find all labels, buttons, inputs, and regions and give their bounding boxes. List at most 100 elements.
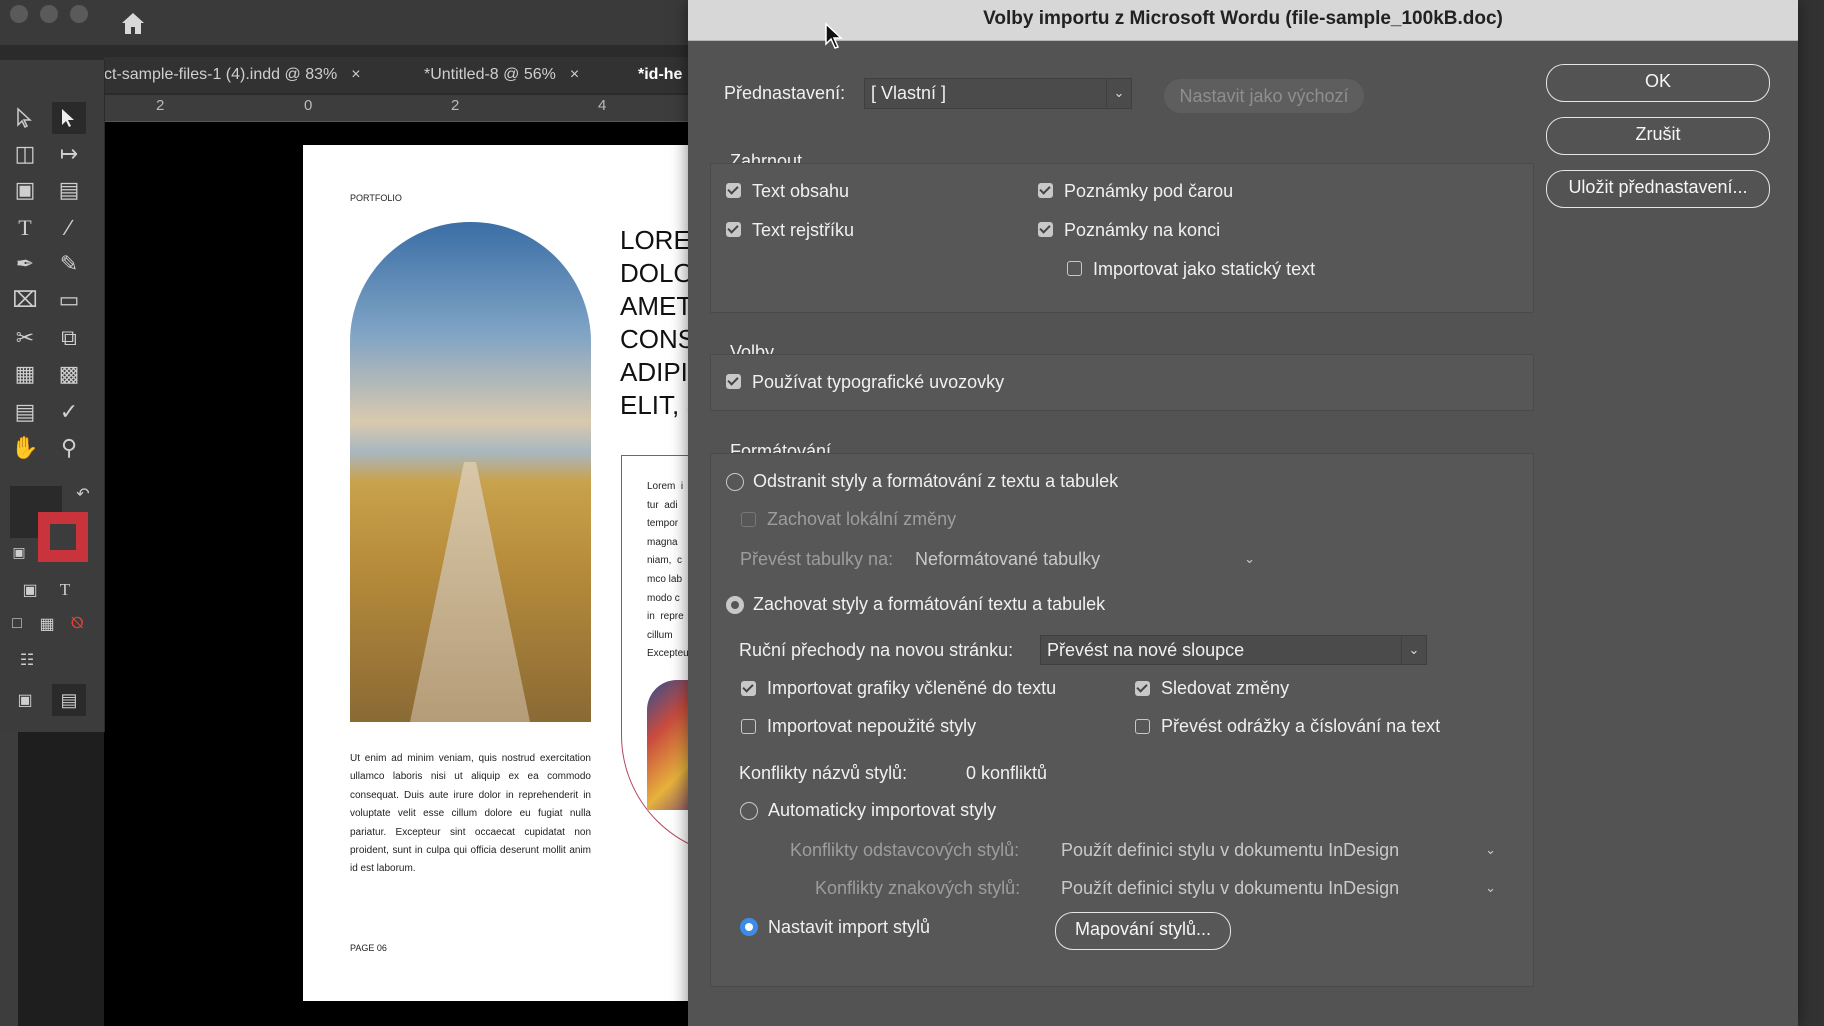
close-tab-icon[interactable]: × bbox=[570, 66, 579, 83]
convert-tables-label: Převést tabulky na: bbox=[740, 549, 894, 569]
page-breaks-label: Ruční přechody na novou stránku: bbox=[739, 640, 1014, 660]
note-tool-icon[interactable]: ▤ bbox=[8, 396, 42, 428]
formatting-container-icon[interactable]: ▣ bbox=[13, 574, 47, 606]
gap-tool-icon[interactable]: ↦ bbox=[52, 138, 86, 170]
rectangle-tool-icon[interactable]: ▭ bbox=[52, 284, 86, 316]
scissors-tool-icon[interactable]: ✂ bbox=[8, 322, 42, 354]
inline-graphics-checkbox[interactable] bbox=[741, 681, 756, 696]
auto-import-label: Automaticky importovat styly bbox=[768, 800, 997, 820]
endnotes-label: Poznámky na konci bbox=[1064, 220, 1221, 240]
doc-tab-1[interactable]: ct-sample-files-1 (4).indd @ 83% × bbox=[104, 57, 361, 93]
style-mapping-button[interactable]: Mapování stylů... bbox=[1055, 912, 1231, 950]
dialog-titlebar[interactable]: Volby importu z Microsoft Wordu (file-sa… bbox=[688, 0, 1798, 41]
zoom-tool-icon[interactable]: ⚲ bbox=[52, 432, 86, 464]
page-breaks-value: Převést na nové sloupce bbox=[1047, 640, 1245, 660]
bullets-to-text-checkbox[interactable] bbox=[1135, 719, 1150, 734]
character-conflicts-value: Použít definici stylu v dokumentu InDesi… bbox=[1061, 878, 1400, 898]
chevron-down-icon: ⌄ bbox=[1485, 880, 1496, 895]
default-fill-stroke-icon[interactable]: ▣ bbox=[2, 536, 36, 568]
chevron-down-icon: ⌄ bbox=[1106, 79, 1131, 107]
formatting-text-icon[interactable]: T bbox=[48, 574, 82, 606]
page-breaks-select[interactable]: Převést na nové sloupce ⌄ bbox=[1040, 635, 1427, 665]
normal-view-icon[interactable]: ▣ bbox=[8, 684, 42, 716]
cancel-button[interactable]: Zrušit bbox=[1546, 117, 1770, 155]
tools-panel: ◫ ↦ ▣ ▤ T ∕ ✒ ✎ ⌧ ▭ ✂ ⧉ ▦ ▩ ▤ ✓ ✋ ⚲ ↶ ▣ … bbox=[0, 60, 105, 732]
rectangle-frame-tool-icon[interactable]: ⌧ bbox=[8, 284, 42, 316]
horizontal-ruler[interactable]: 2 0 2 4 bbox=[104, 95, 704, 122]
remove-styles-label: Odstranit styly a formátování z textu a … bbox=[753, 471, 1119, 491]
preset-select[interactable]: [ Vlastní ] ⌄ bbox=[864, 78, 1132, 109]
index-text-label: Text rejstříku bbox=[752, 220, 855, 240]
doc-tab-label: *id-he bbox=[638, 66, 683, 83]
zoom-window-dot[interactable] bbox=[70, 5, 88, 23]
toc-text-label: Text obsahu bbox=[752, 181, 850, 201]
content-collector-icon[interactable]: ▣ bbox=[8, 174, 42, 206]
convert-tables-select[interactable]: Neformátované tabulky ⌄ bbox=[915, 544, 1255, 574]
home-icon[interactable] bbox=[118, 8, 148, 38]
auto-import-radio[interactable] bbox=[740, 802, 758, 820]
endnotes-checkbox[interactable] bbox=[1038, 222, 1053, 237]
style-conflicts-label: Konflikty názvů stylů: bbox=[739, 763, 908, 783]
footnotes-checkbox[interactable] bbox=[1038, 183, 1053, 198]
hand-tool-icon[interactable]: ✋ bbox=[8, 432, 42, 464]
character-conflicts-select[interactable]: Použít definici stylu v dokumentu InDesi… bbox=[1061, 873, 1496, 903]
close-window-dot[interactable] bbox=[10, 5, 28, 23]
field-painting-image[interactable] bbox=[350, 222, 591, 722]
doc-tab-label: *Untitled-8 @ 56% bbox=[424, 66, 556, 83]
save-preset-button[interactable]: Uložit přednastavení... bbox=[1546, 170, 1770, 208]
gradient-swatch-tool-icon[interactable]: ▦ bbox=[8, 358, 42, 390]
doc-tab-label: ct-sample-files-1 (4).indd @ 83% bbox=[104, 66, 338, 83]
preserve-local-checkbox[interactable] bbox=[741, 512, 756, 527]
gradient-feather-tool-icon[interactable]: ▩ bbox=[52, 358, 86, 390]
index-text-checkbox[interactable] bbox=[726, 222, 741, 237]
page-header: PORTFOLIO bbox=[350, 193, 402, 203]
free-transform-tool-icon[interactable]: ⧉ bbox=[52, 322, 86, 354]
apply-color-icon[interactable]: □ bbox=[0, 608, 34, 640]
line-tool-icon[interactable]: ∕ bbox=[52, 212, 86, 244]
character-conflicts-label: Konflikty znakových stylů: bbox=[815, 878, 1021, 898]
customize-import-radio[interactable] bbox=[740, 918, 758, 936]
preserve-styles-label: Zachovat styly a formátování textu a tab… bbox=[753, 594, 1106, 614]
preserve-styles-radio[interactable] bbox=[726, 596, 744, 614]
preset-label: Přednastavení: bbox=[724, 83, 846, 103]
stroke-swatch[interactable] bbox=[38, 512, 88, 562]
page-body-text: Ut enim ad minim veniam, quis nostrud ex… bbox=[350, 753, 591, 875]
close-tab-icon[interactable]: × bbox=[351, 66, 360, 83]
typographer-quotes-checkbox[interactable] bbox=[726, 374, 741, 389]
page-footer: PAGE 06 bbox=[350, 943, 387, 953]
unused-styles-label: Importovat nepoužité styly bbox=[767, 716, 977, 736]
document-tabs: ct-sample-files-1 (4).indd @ 83% × *Untit… bbox=[104, 57, 704, 93]
swap-fill-stroke-icon[interactable]: ↶ bbox=[66, 478, 100, 510]
toc-text-checkbox[interactable] bbox=[726, 183, 741, 198]
mouse-cursor-icon bbox=[825, 22, 843, 49]
doc-tab-3[interactable]: *id-he bbox=[638, 57, 682, 93]
track-changes-checkbox[interactable] bbox=[1135, 681, 1150, 696]
selection-tool-icon[interactable] bbox=[52, 102, 86, 134]
type-tool-icon[interactable]: T bbox=[8, 212, 42, 244]
vertical-ruler[interactable] bbox=[0, 732, 18, 1026]
preserve-local-label: Zachovat lokální změny bbox=[767, 509, 957, 529]
apply-none-icon[interactable]: ⦰ bbox=[60, 608, 94, 640]
chevron-down-icon: ⌄ bbox=[1485, 842, 1496, 857]
preview-mode-icon[interactable]: ▤ bbox=[52, 684, 86, 716]
footnotes-label: Poznámky pod čarou bbox=[1064, 181, 1234, 201]
customize-import-label: Nastavit import stylů bbox=[768, 917, 931, 937]
unused-styles-checkbox[interactable] bbox=[741, 719, 756, 734]
eyedropper-tool-icon[interactable]: ✓ bbox=[52, 396, 86, 428]
remove-styles-radio[interactable] bbox=[726, 473, 744, 491]
pen-tool-icon[interactable]: ✒ bbox=[8, 248, 42, 280]
screen-mode-icon[interactable]: ☷ bbox=[10, 644, 44, 676]
bullets-to-text-label: Převést odrážky a číslování na text bbox=[1161, 716, 1441, 736]
paragraph-conflicts-select[interactable]: Použít definici stylu v dokumentu InDesi… bbox=[1061, 835, 1496, 865]
doc-tab-2[interactable]: *Untitled-8 @ 56% × bbox=[424, 57, 579, 93]
page-tool-icon[interactable]: ◫ bbox=[8, 138, 42, 170]
content-placer-icon[interactable]: ▤ bbox=[52, 174, 86, 206]
pencil-tool-icon[interactable]: ✎ bbox=[52, 248, 86, 280]
static-text-checkbox[interactable] bbox=[1067, 261, 1082, 276]
direct-selection-tool-icon[interactable] bbox=[8, 102, 42, 134]
typographer-quotes-label: Používat typografické uvozovky bbox=[752, 372, 1005, 392]
ok-button[interactable]: OK bbox=[1546, 64, 1770, 102]
minimize-window-dot[interactable] bbox=[40, 5, 58, 23]
set-as-default-button[interactable]: Nastavit jako výchozí bbox=[1164, 79, 1364, 113]
apply-gradient-icon[interactable]: ▦ bbox=[30, 608, 64, 640]
